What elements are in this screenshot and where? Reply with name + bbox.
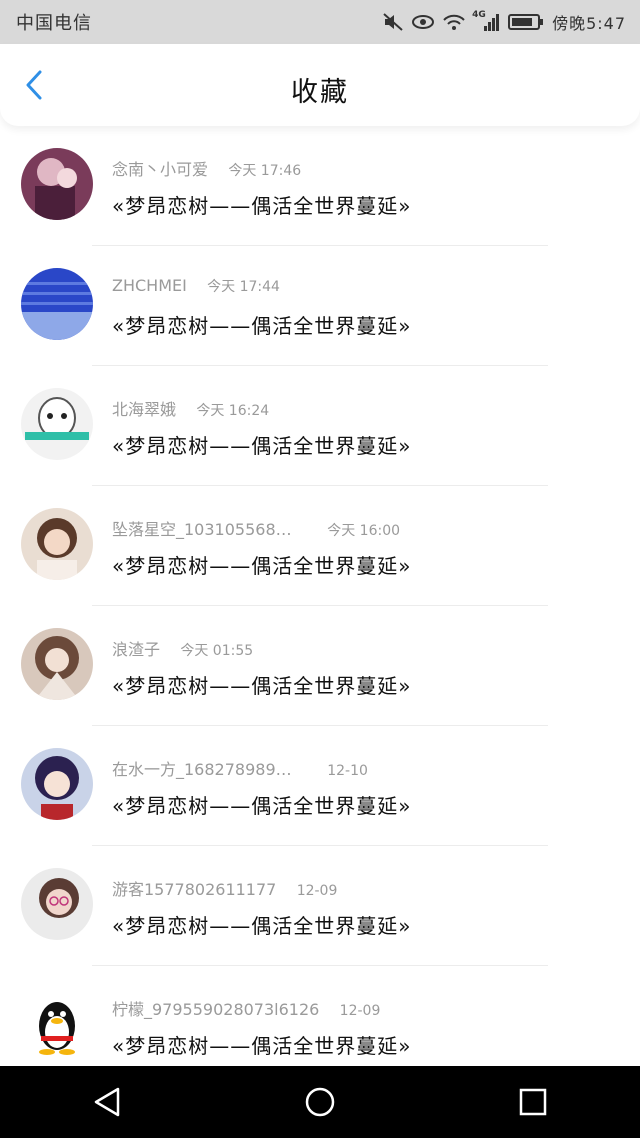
user-name[interactable]: 在水一方_168278989… [112,756,292,780]
timestamp: 今天 01:55 [180,643,254,659]
nav-back-button[interactable] [77,1072,137,1132]
avatar[interactable] [21,988,93,1060]
item-content[interactable]: «梦昂恋树——偶活全世界蔓延» [112,790,411,819]
user-name[interactable]: 柠檬_979559028073l6126 [112,996,319,1020]
favorites-list: 念南丶小可爱 今天 17:46 «梦昂恋树——偶活全世界蔓延» ZHCHMEI … [0,126,640,1086]
list-item[interactable]: 在水一方_168278989… 12-10 «梦昂恋树——偶活全世界蔓延» [0,726,640,846]
app-header: 收藏 [0,44,640,126]
avatar[interactable] [21,868,93,940]
avatar[interactable] [21,508,93,580]
item-content[interactable]: «梦昂恋树——偶活全世界蔓延» [112,190,411,219]
item-content[interactable]: «梦昂恋树——偶活全世界蔓延» [112,310,411,339]
item-meta: 念南丶小可爱 今天 17:46 [112,156,301,180]
user-name[interactable]: 浪渣子 [112,636,160,660]
item-content[interactable]: «梦昂恋树——偶活全世界蔓延» [112,910,411,939]
item-meta: 坠落星空_103105568… 今天 16:00 [112,516,400,540]
item-meta: 浪渣子 今天 01:55 [112,636,253,660]
timestamp: 12-09 [339,1003,381,1019]
timestamp: 今天 17:44 [207,279,280,295]
list-item[interactable]: 游客1577802611177 12-09 «梦昂恋树——偶活全世界蔓延» [0,846,640,966]
network-type: 4G [472,10,486,20]
status-icons: 4G 傍晚5:47 [382,10,626,34]
item-content[interactable]: «梦昂恋树——偶活全世界蔓延» [112,430,411,459]
nav-recents-button[interactable] [503,1072,563,1132]
wifi-icon [442,12,465,32]
item-content[interactable]: «梦昂恋树——偶活全世界蔓延» [112,550,411,579]
item-meta: 柠檬_979559028073l6126 12-09 [112,996,380,1020]
item-meta: ZHCHMEI 今天 17:44 [112,276,280,296]
item-content[interactable]: «梦昂恋树——偶活全世界蔓延» [112,1030,411,1059]
list-item[interactable]: 念南丶小可爱 今天 17:46 «梦昂恋树——偶活全世界蔓延» [0,126,640,246]
timestamp: 12-09 [296,883,338,899]
page-title: 收藏 [291,77,349,108]
timestamp: 今天 17:46 [228,163,302,179]
item-meta: 北海翠娥 今天 16:24 [112,396,269,420]
timestamp: 12-10 [327,763,368,779]
status-bar: 中国电信 4G 傍晚5:47 [0,0,640,44]
item-content[interactable]: «梦昂恋树——偶活全世界蔓延» [112,670,411,699]
user-name[interactable]: 坠落星空_103105568… [112,516,292,540]
recents-square-icon [520,1088,547,1116]
item-meta: 游客1577802611177 12-09 [112,876,337,900]
user-name[interactable]: 游客1577802611177 [112,876,276,900]
list-item[interactable]: 北海翠娥 今天 16:24 «梦昂恋树——偶活全世界蔓延» [0,366,640,486]
carrier-label: 中国电信 [16,13,92,34]
back-triangle-icon [94,1087,119,1117]
timestamp: 今天 16:00 [327,523,401,539]
avatar[interactable] [21,268,93,340]
avatar[interactable] [21,388,93,460]
timestamp: 今天 16:24 [196,403,270,419]
user-name[interactable]: ZHCHMEI [112,276,187,295]
user-name[interactable]: 念南丶小可爱 [112,156,208,180]
signal-icon: 4G [472,10,500,32]
user-name[interactable]: 北海翠娥 [112,396,176,420]
list-item[interactable]: ZHCHMEI 今天 17:44 «梦昂恋树——偶活全世界蔓延» [0,246,640,366]
mute-icon [382,12,404,32]
system-nav-bar [0,1066,640,1138]
home-circle-icon [305,1087,335,1117]
eye-icon [412,12,435,32]
avatar[interactable] [21,748,93,820]
battery-icon [508,12,544,32]
qq-penguin-icon [21,988,93,1060]
item-meta: 在水一方_168278989… 12-10 [112,756,368,780]
avatar[interactable] [21,628,93,700]
nav-home-button[interactable] [290,1072,350,1132]
avatar[interactable] [21,148,93,220]
list-item[interactable]: 坠落星空_103105568… 今天 16:00 «梦昂恋树——偶活全世界蔓延» [0,486,640,606]
clock: 傍晚5:47 [552,14,626,33]
list-item[interactable]: 浪渣子 今天 01:55 «梦昂恋树——偶活全世界蔓延» [0,606,640,726]
